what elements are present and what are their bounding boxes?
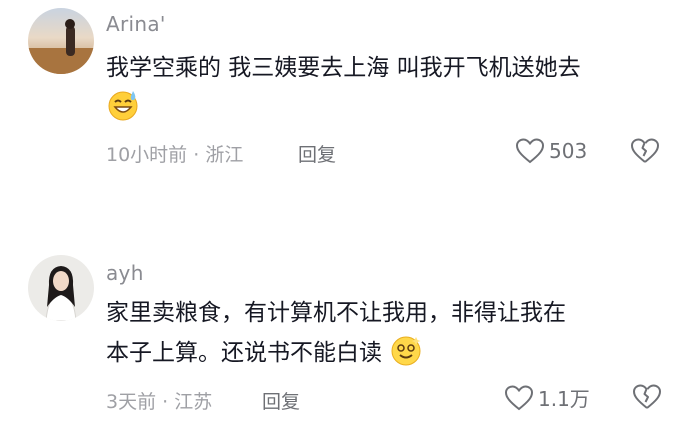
comment-username[interactable]: ayh	[106, 261, 144, 285]
meta-separator: ·	[162, 391, 169, 413]
comment-text-line: 家里卖粮食，有计算机不让我用，非得让我在	[106, 300, 566, 326]
comment-meta: 3天前 · 江苏	[106, 387, 212, 414]
comment-text-line: 本子上算。还说书不能白读	[106, 340, 382, 366]
comment-time: 3天前	[106, 391, 157, 413]
avatar[interactable]	[28, 8, 94, 74]
comment-item: ayh 家里卖粮食，有计算机不让我用，非得让我在 本子上算。还说书不能白读 3天…	[0, 245, 690, 439]
heart-icon	[515, 138, 545, 164]
comment-text: 家里卖粮食，有计算机不让我用，非得让我在 本子上算。还说书不能白读	[106, 293, 666, 373]
dizzy-smile-emoji-icon	[389, 333, 421, 366]
comment-location: 江苏	[174, 391, 213, 413]
comment-text-content: 我学空乘的 我三姨要去上海 叫我开飞机送她去	[106, 55, 581, 81]
comment-location: 浙江	[205, 144, 244, 166]
comment-username[interactable]: Arina'	[106, 12, 166, 36]
reply-button[interactable]: 回复	[298, 140, 336, 167]
broken-heart-icon	[631, 138, 659, 163]
like-count: 1.1万	[538, 387, 590, 411]
comment-item: Arina' 我学空乘的 我三姨要去上海 叫我开飞机送她去 10小时前 · 浙江…	[0, 0, 690, 200]
like-button[interactable]: 1.1万	[504, 383, 590, 412]
comment-meta: 10小时前 · 浙江	[106, 140, 243, 167]
like-count: 503	[549, 139, 588, 163]
avatar-image	[28, 8, 94, 74]
sweat-smile-emoji-icon	[106, 88, 138, 121]
broken-heart-icon	[633, 384, 661, 409]
heart-icon	[504, 384, 534, 410]
dislike-button[interactable]	[632, 382, 662, 412]
meta-separator: ·	[193, 144, 200, 166]
avatar-image	[28, 255, 94, 321]
dislike-button[interactable]	[630, 136, 660, 166]
avatar[interactable]	[28, 255, 94, 321]
comment-text: 我学空乘的 我三姨要去上海 叫我开飞机送她去	[106, 48, 666, 128]
like-button[interactable]: 503	[515, 137, 587, 165]
comment-time: 10小时前	[106, 144, 188, 166]
reply-button[interactable]: 回复	[262, 387, 300, 414]
